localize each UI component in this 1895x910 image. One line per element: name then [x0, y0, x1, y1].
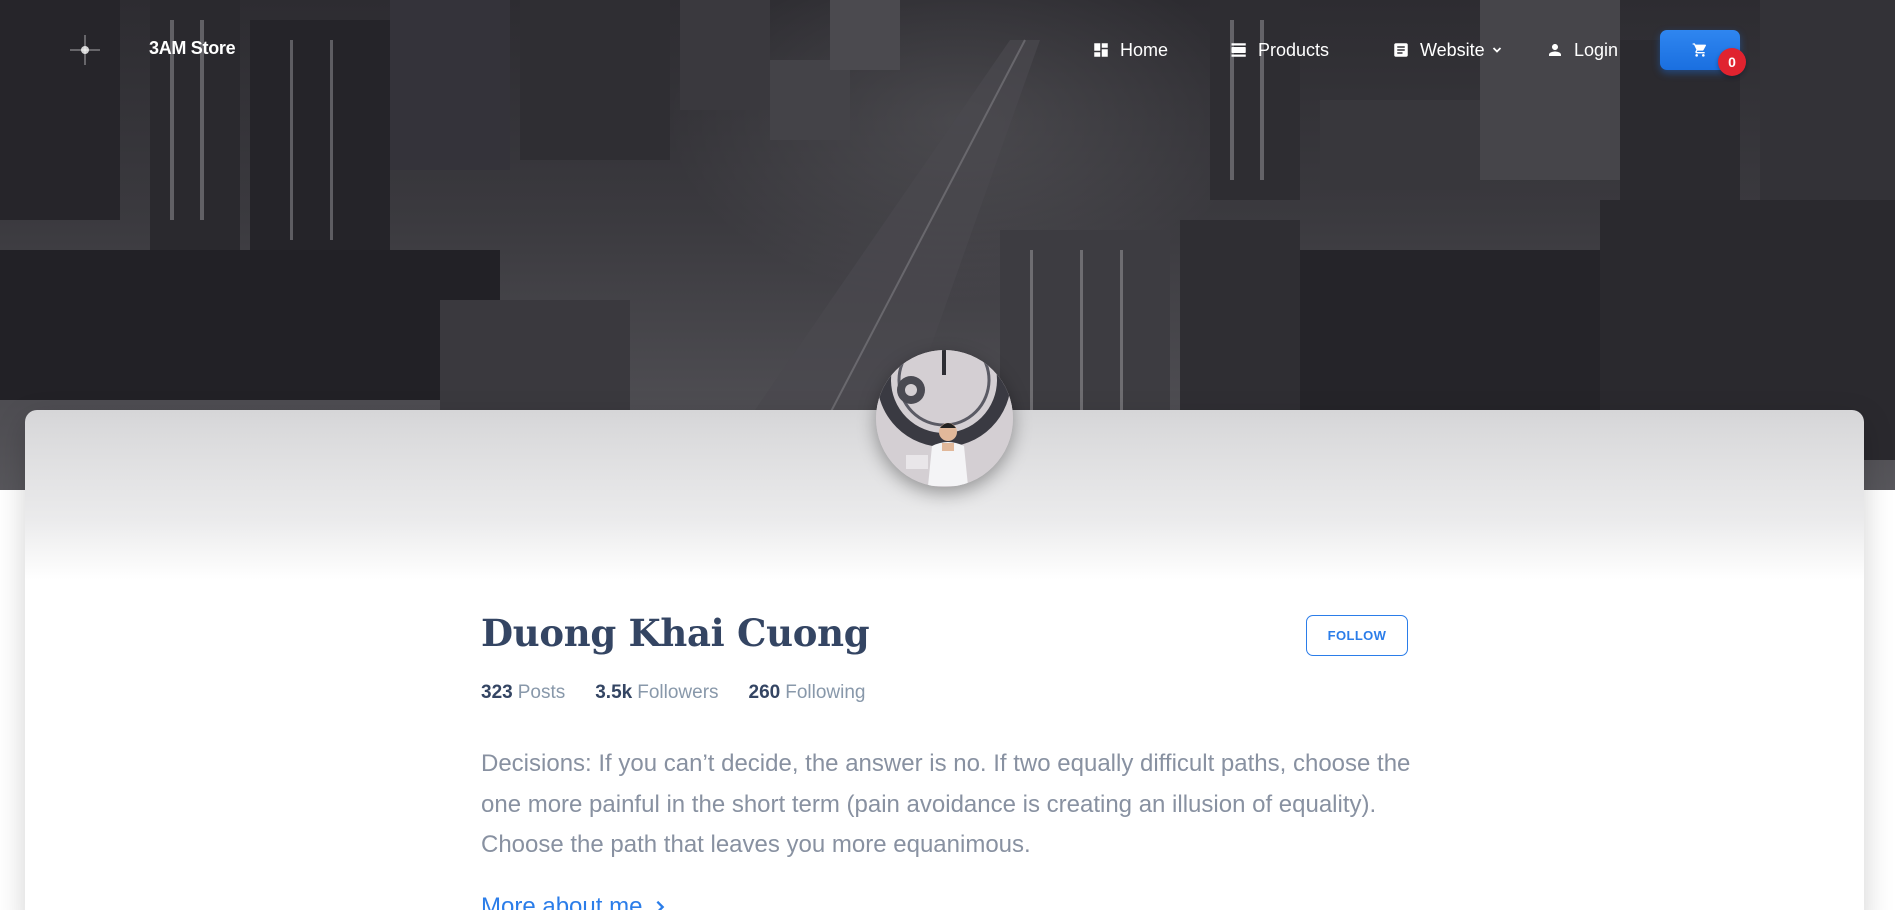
- avatar-photo: [876, 350, 1013, 487]
- dashboard-icon: [1094, 43, 1108, 57]
- nav-home-label: Home: [1120, 39, 1169, 60]
- navbar: 3AM Store Home Products Website Login 0: [0, 0, 1895, 100]
- follow-button[interactable]: FOLLOW: [1306, 615, 1408, 656]
- profile-name: Duong Khai Cuong: [481, 611, 870, 655]
- shopping-cart-icon: [1692, 43, 1707, 57]
- nav-website-label: Website: [1420, 39, 1485, 60]
- profile-avatar: [876, 350, 1013, 487]
- chevron-down-icon: [1492, 47, 1501, 53]
- stat-followers-value: 3.5k: [595, 682, 633, 703]
- stat-followers-label: Followers: [637, 682, 719, 703]
- profile-bio: Decisions: If you can’t decide, the answ…: [481, 750, 1411, 858]
- nav-login[interactable]: Login: [1546, 36, 1618, 64]
- cart-count-badge: 0: [1718, 48, 1746, 76]
- person-icon: [1549, 44, 1561, 56]
- stat-following-label: Following: [785, 682, 866, 703]
- stat-followers[interactable]: 3.5k Followers: [595, 682, 718, 704]
- stat-posts-label: Posts: [517, 682, 566, 703]
- more-about-me-label: More about me: [481, 893, 643, 910]
- brand-link[interactable]: 3AM Store: [149, 38, 236, 59]
- stat-posts[interactable]: 323 Posts: [481, 682, 565, 704]
- nav-products[interactable]: Products: [1230, 36, 1329, 64]
- profile-stats: 323 Posts 3.5k Followers 260 Following: [481, 682, 866, 704]
- stat-following[interactable]: 260 Following: [749, 682, 866, 704]
- nav-products-label: Products: [1258, 39, 1330, 60]
- stat-following-value: 260: [748, 682, 781, 703]
- more-about-me-link[interactable]: More about me: [481, 893, 668, 910]
- article-icon: [1394, 43, 1408, 57]
- nav-website-dropdown[interactable]: Website: [1392, 36, 1503, 64]
- nav-login-label: Login: [1574, 39, 1619, 60]
- view-day-icon: [1231, 43, 1246, 57]
- nav-home[interactable]: Home: [1092, 36, 1168, 64]
- chevron-right-icon: [656, 900, 665, 910]
- stat-posts-value: 323: [481, 682, 513, 703]
